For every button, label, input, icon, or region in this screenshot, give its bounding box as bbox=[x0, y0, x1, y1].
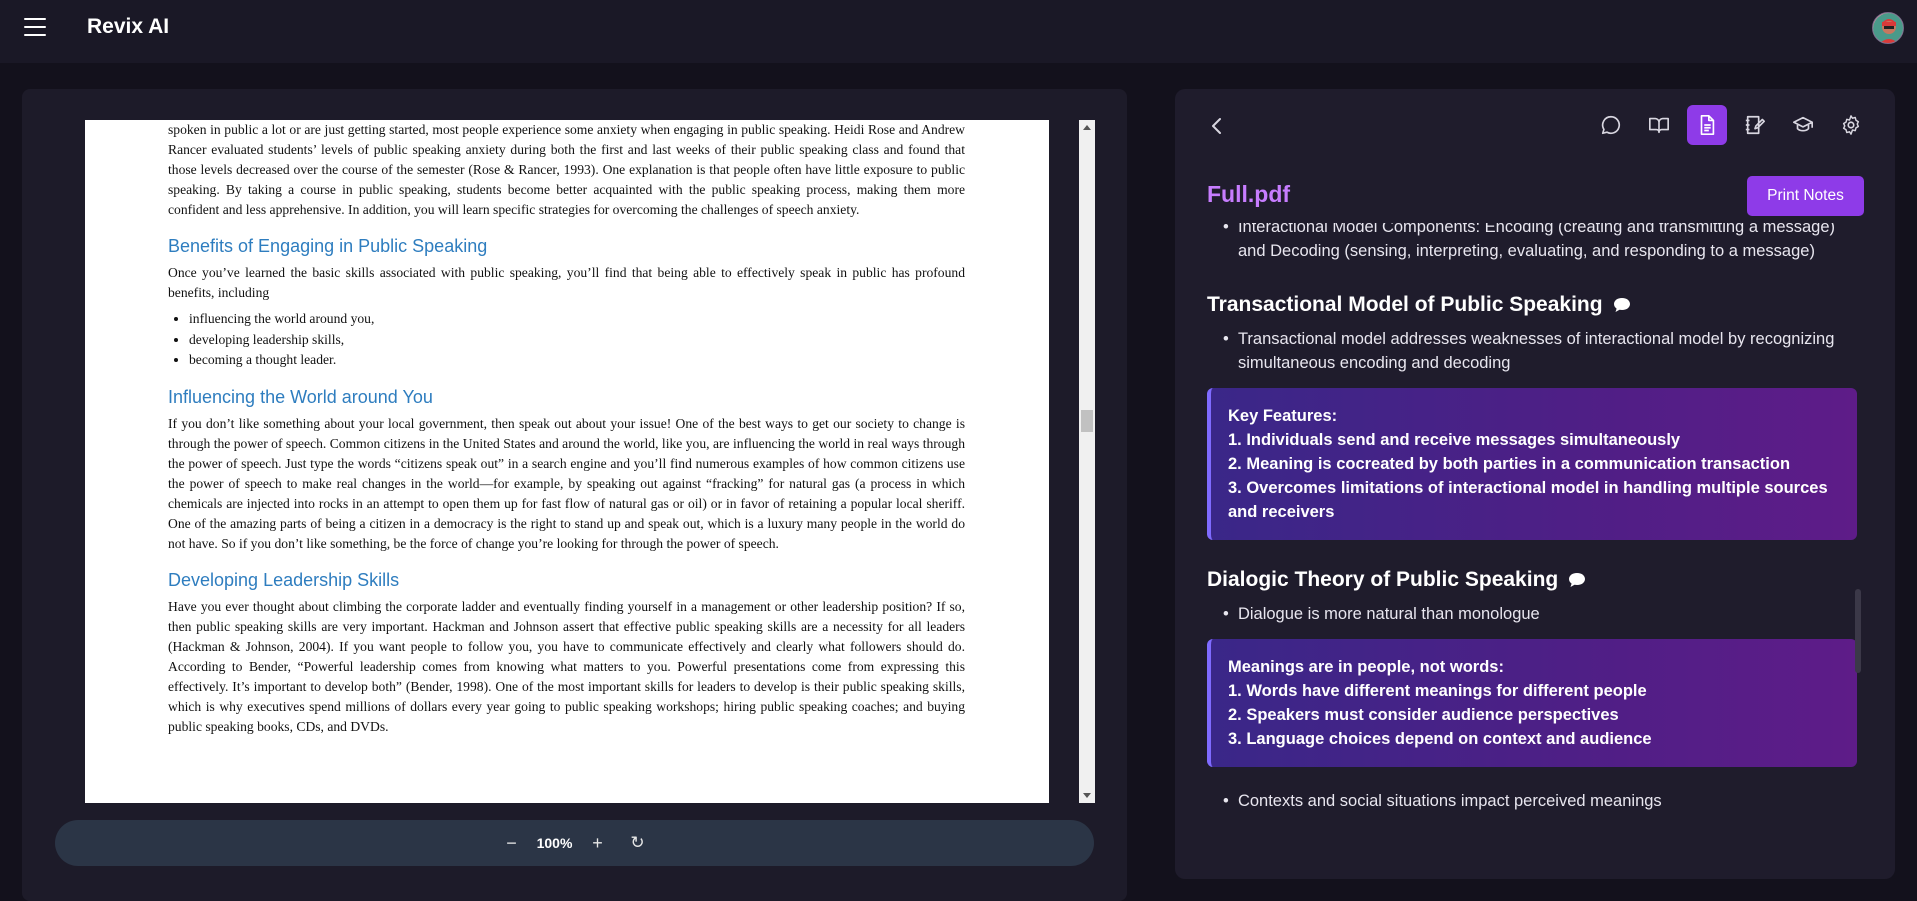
section-title: Transactional Model of Public Speaking bbox=[1207, 293, 1603, 316]
callout-line: 1. Individuals send and receive messages… bbox=[1228, 431, 1681, 449]
back-button[interactable] bbox=[1205, 114, 1229, 138]
notes-content[interactable]: • Interactional Model Components: Encodi… bbox=[1175, 223, 1895, 845]
list-item: • Dialogue is more natural than monologu… bbox=[1207, 602, 1857, 626]
scroll-up-icon[interactable] bbox=[1083, 125, 1091, 130]
section-heading-transactional: Transactional Model of Public Speaking bbox=[1207, 293, 1857, 317]
callout-line: 3. Language choices depend on context an… bbox=[1228, 730, 1652, 748]
zoom-level: 100% bbox=[536, 835, 573, 851]
note-text: Interactional Model Components: Encoding… bbox=[1237, 223, 1836, 260]
app-title: Revix AI bbox=[87, 15, 170, 38]
section-heading-dialogic: Dialogic Theory of Public Speaking bbox=[1207, 568, 1857, 592]
pdf-heading-influencing: Influencing the World around You bbox=[168, 386, 433, 407]
reset-zoom-button[interactable]: ↻ bbox=[623, 828, 653, 858]
list-item: • Transactional model addresses weakness… bbox=[1207, 327, 1857, 375]
callout-line: Meanings are in people, not words: bbox=[1228, 658, 1504, 676]
callout-line: 2. Meaning is cocreated by both parties … bbox=[1228, 455, 1791, 473]
graduation-cap-icon bbox=[1793, 116, 1813, 132]
comment-icon[interactable] bbox=[1568, 572, 1586, 588]
pdf-paragraph-benefits: Once you’ve learned the basic skills ass… bbox=[168, 265, 965, 300]
chat-bubble-icon bbox=[1601, 115, 1621, 135]
zoom-toolbar: − 100% + ↻ bbox=[55, 820, 1094, 866]
list-item: • Contexts and social situations impact … bbox=[1207, 789, 1857, 813]
callout-line: 2. Speakers must consider audience persp… bbox=[1228, 706, 1619, 724]
tab-read[interactable] bbox=[1639, 105, 1679, 145]
list-item: influencing the world around you, bbox=[189, 309, 965, 330]
zoom-out-button[interactable]: − bbox=[497, 828, 527, 858]
notes-list: • Interactional Model Components: Encodi… bbox=[1207, 223, 1857, 813]
pdf-heading-benefits: Benefits of Engaging in Public Speaking bbox=[168, 236, 488, 256]
pdf-benefits-list: influencing the world around you, develo… bbox=[189, 309, 965, 371]
note-text: Contexts and social situations impact pe… bbox=[1237, 792, 1662, 810]
note-text: Dialogue is more natural than monologue bbox=[1237, 605, 1540, 623]
open-book-icon bbox=[1649, 117, 1669, 134]
notes-scrollbar-thumb[interactable] bbox=[1855, 589, 1861, 673]
tab-learn[interactable] bbox=[1783, 105, 1823, 145]
key-features-callout: Key Features: 1. Individuals send and re… bbox=[1207, 388, 1857, 540]
meanings-callout: Meanings are in people, not words: 1. Wo… bbox=[1207, 639, 1857, 767]
pdf-paragraph-intro: spoken in public a lot or are just getti… bbox=[168, 122, 965, 217]
scroll-down-icon[interactable] bbox=[1083, 793, 1091, 798]
pdf-page[interactable]: spoken in public a lot or are just getti… bbox=[85, 120, 1049, 803]
tab-edit-notes[interactable] bbox=[1735, 105, 1775, 145]
document-icon bbox=[1700, 115, 1715, 135]
notes-panel: Full.pdf Print Notes • Interactional Mod… bbox=[1175, 89, 1895, 879]
section-title: Dialogic Theory of Public Speaking bbox=[1207, 568, 1559, 591]
list-item: • Interactional Model Components: Encodi… bbox=[1207, 223, 1857, 263]
pdf-viewer-panel: spoken in public a lot or are just getti… bbox=[22, 89, 1127, 901]
pdf-content: spoken in public a lot or are just getti… bbox=[168, 120, 965, 737]
gear-icon bbox=[1842, 115, 1860, 135]
print-notes-button[interactable]: Print Notes bbox=[1747, 176, 1864, 216]
file-title: Full.pdf bbox=[1207, 181, 1291, 207]
avatar-image bbox=[1873, 13, 1903, 43]
list-item: becoming a thought leader. bbox=[189, 350, 965, 371]
pdf-scrollbar[interactable] bbox=[1079, 120, 1095, 803]
list-item: developing leadership skills, bbox=[189, 330, 965, 351]
pdf-paragraph-influencing: If you don’t like something about your l… bbox=[168, 415, 965, 551]
bullet-dot: • bbox=[1223, 792, 1238, 810]
pdf-heading-leadership: Developing Leadership Skills bbox=[168, 569, 400, 590]
panel-toolbar bbox=[1591, 105, 1871, 145]
bullet-dot: • bbox=[1223, 330, 1238, 348]
tab-settings[interactable] bbox=[1831, 105, 1871, 145]
note-text: Transactional model addresses weaknesses… bbox=[1237, 330, 1835, 372]
pdf-paragraph-leadership: Have you ever thought about climbing the… bbox=[168, 598, 965, 734]
callout-line: Key Features: bbox=[1228, 407, 1338, 425]
tab-notes[interactable] bbox=[1687, 105, 1727, 145]
comment-icon[interactable] bbox=[1613, 297, 1631, 313]
zoom-in-button[interactable]: + bbox=[583, 828, 613, 858]
avatar[interactable] bbox=[1872, 12, 1904, 44]
menu-icon[interactable] bbox=[24, 18, 46, 36]
callout-line: 3. Overcomes limitations of interactiona… bbox=[1228, 479, 1828, 521]
notebook-pen-icon bbox=[1745, 115, 1765, 135]
bullet-dot: • bbox=[1223, 605, 1238, 623]
callout-line: 1. Words have different meanings for dif… bbox=[1228, 682, 1647, 700]
tab-chat[interactable] bbox=[1591, 105, 1631, 145]
chevron-left-icon bbox=[1212, 118, 1221, 134]
scrollbar-thumb[interactable] bbox=[1081, 410, 1093, 432]
bullet-dot: • bbox=[1223, 223, 1238, 236]
top-bar: Revix AI bbox=[0, 0, 1917, 63]
